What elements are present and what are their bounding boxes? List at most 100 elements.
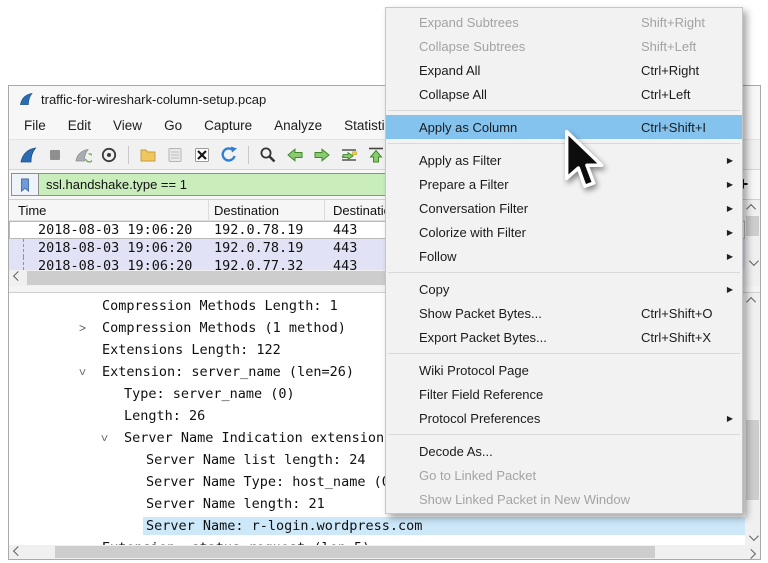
detail-vscrollbar[interactable] [745,293,760,545]
menu-item-label: Show Packet Bytes... [419,306,641,321]
scroll-down-button[interactable] [745,530,760,545]
context-menu-item[interactable]: Conversation Filter ▶ [386,196,742,220]
go-forward-icon[interactable] [311,144,333,166]
menu-item-shortcut: Ctrl+Shift+X [641,330,721,345]
cell-destination: 192.0.78.19 [209,222,325,238]
toolbar-separator [248,146,249,164]
find-packet-icon[interactable] [257,144,279,166]
go-to-top-icon[interactable] [365,144,387,166]
close-file-icon[interactable] [191,144,213,166]
context-menu-item[interactable]: Collapse Subtrees Shift+Left ▶ [386,34,742,58]
context-menu-item[interactable]: Show Linked Packet in New Window ▶ [386,487,742,511]
menu-item-shortcut: Ctrl+Left [641,87,721,102]
tree-chevron-icon[interactable] [101,431,121,445]
menu-item-label: Protocol Preferences [419,411,641,426]
detail-hscrollbar[interactable] [9,545,760,559]
menu-item-label: Copy [419,282,641,297]
scroll-right-button[interactable] [745,545,760,559]
context-menu-item[interactable]: Export Packet Bytes... Ctrl+Shift+X ▶ [386,325,742,349]
context-menu-item[interactable]: Expand All Ctrl+Right ▶ [386,58,742,82]
menubar-item[interactable]: Edit [57,114,102,137]
tree-chevron-icon[interactable] [79,321,99,335]
scroll-up-button[interactable] [745,200,760,215]
submenu-arrow-icon: ▶ [721,285,733,294]
filter-bookmark-button[interactable] [11,173,38,196]
menu-item-shortcut: Ctrl+Right [641,63,721,78]
context-menu-item[interactable]: Colorize with Filter ▶ [386,220,742,244]
menu-separator [388,434,740,435]
context-menu-item[interactable]: Follow ▶ [386,244,742,268]
menubar-item[interactable]: View [102,114,153,137]
submenu-arrow-icon: ▶ [721,204,733,213]
detail-tree-line[interactable]: Extension: status_request (len=5) [9,537,745,545]
menu-item-label: Conversation Filter [419,201,641,216]
context-menu-item[interactable]: Collapse All Ctrl+Left ▶ [386,82,742,106]
menu-separator [388,110,740,111]
column-header-destination[interactable]: Destination [209,200,325,220]
start-capture-icon[interactable] [17,144,39,166]
mouse-cursor [562,129,604,195]
context-menu-item[interactable]: Go to Linked Packet ▶ [386,463,742,487]
menu-item-label: Collapse Subtrees [419,39,641,54]
menu-item-label: Decode As... [419,444,641,459]
menu-item-label: Filter Field Reference [419,387,641,402]
menu-item-label: Prepare a Filter [419,177,641,192]
menu-item-label: Export Packet Bytes... [419,330,641,345]
menu-item-label: Wiki Protocol Page [419,363,641,378]
menu-item-shortcut: Ctrl+Shift+I [641,120,721,135]
context-menu-item[interactable]: Filter Field Reference ▶ [386,382,742,406]
context-menu-item[interactable]: Copy ▶ [386,277,742,301]
menu-item-label: Follow [419,249,641,264]
save-file-icon[interactable] [164,144,186,166]
vscroll-thumb[interactable] [746,216,759,236]
submenu-arrow-icon: ▶ [721,180,733,189]
scroll-down-button[interactable] [745,255,760,270]
scroll-up-button[interactable] [745,293,760,308]
vscroll-thumb[interactable] [746,420,759,500]
window-title: traffic-for-wireshark-column-setup.pcap [41,92,266,107]
context-menu-item[interactable]: Protocol Preferences ▶ [386,406,742,430]
menubar-item[interactable]: Analyze [263,114,333,137]
stop-capture-icon[interactable] [44,144,66,166]
submenu-arrow-icon: ▶ [721,228,733,237]
context-menu-item[interactable]: Expand Subtrees Shift+Right ▶ [386,10,742,34]
menubar-item[interactable]: Go [153,114,193,137]
menu-item-label: Show Linked Packet in New Window [419,492,641,507]
menu-item-shortcut: Shift+Right [641,15,721,30]
column-header-time[interactable]: Time [9,200,209,220]
menu-item-shortcut: Ctrl+Shift+O [641,306,721,321]
go-back-icon[interactable] [284,144,306,166]
menu-item-label: Expand All [419,63,641,78]
packet-list-vscrollbar[interactable] [745,200,760,270]
scroll-left-button[interactable] [9,545,24,559]
submenu-arrow-icon: ▶ [721,156,733,165]
capture-options-icon[interactable] [98,144,120,166]
menubar-item[interactable]: File [13,114,57,137]
menu-item-label: Apply as Column [419,120,641,135]
context-menu-item[interactable]: Show Packet Bytes... Ctrl+Shift+O ▶ [386,301,742,325]
menubar-item[interactable]: Capture [193,114,263,137]
menu-item-label: Expand Subtrees [419,15,641,30]
menu-item-label: Collapse All [419,87,641,102]
submenu-arrow-icon: ▶ [721,414,733,423]
detail-text: Server Name: r-login.wordpress.com [143,517,745,535]
go-to-packet-icon[interactable] [338,144,360,166]
bookmark-icon [18,177,32,193]
wireshark-logo-icon [18,91,34,107]
context-menu: Expand Subtrees Shift+Right ▶ Collapse S… [385,7,743,514]
menu-item-label: Go to Linked Packet [419,468,641,483]
menu-item-label: Apply as Filter [419,153,641,168]
cell-time: 2018-08-03 19:06:20 [9,240,209,256]
detail-tree-line[interactable]: Server Name: r-login.wordpress.com [9,515,745,537]
menu-item-shortcut: Shift+Left [641,39,721,54]
scroll-left-button[interactable] [9,270,24,285]
tree-chevron-icon[interactable] [79,365,99,379]
open-file-icon[interactable] [137,144,159,166]
reload-file-icon[interactable] [218,144,240,166]
context-menu-item[interactable]: Decode As... ▶ [386,439,742,463]
context-menu-item[interactable]: Wiki Protocol Page ▶ [386,358,742,382]
hscroll-thumb[interactable] [55,546,655,558]
cell-destination: 192.0.78.19 [209,240,325,256]
menu-item-label: Colorize with Filter [419,225,641,240]
restart-capture-icon[interactable] [71,144,93,166]
